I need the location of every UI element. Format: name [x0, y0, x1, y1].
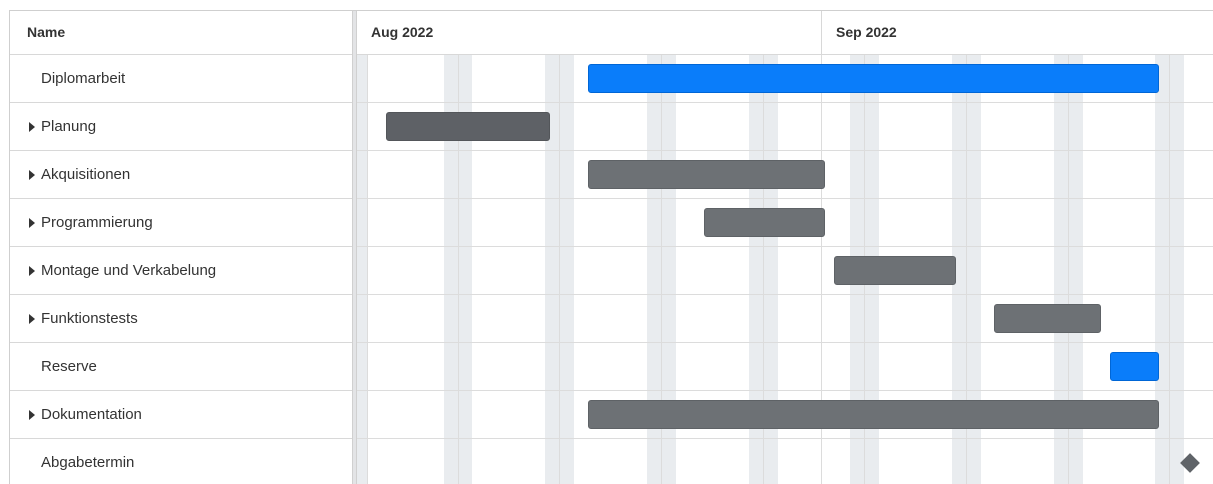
task-label: Funktionstests: [41, 310, 138, 327]
gantt-chart: Name Diplomarbeit Planung Akquisitionen …: [9, 10, 1213, 484]
task-bar-akquisitionen[interactable]: [588, 160, 825, 189]
task-bar-funktionstests[interactable]: [994, 304, 1101, 333]
caret-right-icon[interactable]: [29, 314, 35, 324]
task-row[interactable]: Dokumentation: [10, 391, 352, 439]
row-line: [357, 102, 1213, 103]
task-row[interactable]: Abgabetermin: [10, 439, 352, 484]
task-row[interactable]: Montage und Verkabelung: [10, 247, 352, 295]
task-label: Diplomarbeit: [41, 70, 126, 87]
task-label: Abgabetermin: [41, 454, 135, 471]
task-row[interactable]: Planung: [10, 103, 352, 151]
column-header-name[interactable]: Name: [10, 11, 352, 55]
row-line: [357, 438, 1213, 439]
grid-line: [1169, 55, 1170, 484]
task-grid: Name Diplomarbeit Planung Akquisitionen …: [10, 11, 352, 484]
task-label: Planung: [41, 118, 97, 135]
task-bar-planung[interactable]: [386, 112, 550, 141]
task-label: Dokumentation: [41, 406, 142, 423]
timeline-body: [357, 55, 1213, 484]
task-bar-reserve[interactable]: [1110, 352, 1159, 381]
caret-right-icon[interactable]: [29, 410, 35, 420]
task-row[interactable]: Akquisitionen: [10, 151, 352, 199]
task-label: Reserve: [41, 358, 97, 375]
task-bar-diplomarbeit[interactable]: [588, 64, 1159, 93]
task-label: Montage und Verkabelung: [41, 262, 217, 279]
timeline-chart: Aug 2022 Sep 2022: [357, 11, 1213, 484]
weekend-shade: [357, 55, 367, 484]
task-bar-dokumentation[interactable]: [588, 400, 1159, 429]
month-header-aug: Aug 2022: [371, 24, 434, 40]
task-label: Programmierung: [41, 214, 153, 231]
grid-line: [559, 55, 560, 484]
task-row[interactable]: Reserve: [10, 343, 352, 391]
grid-line: [367, 55, 368, 484]
caret-right-icon[interactable]: [29, 170, 35, 180]
task-label: Akquisitionen: [41, 166, 131, 183]
caret-right-icon[interactable]: [29, 266, 35, 276]
row-line: [357, 246, 1213, 247]
row-line: [357, 390, 1213, 391]
row-line: [357, 294, 1213, 295]
timeline-header: Aug 2022 Sep 2022: [357, 11, 1213, 55]
month-header-sep: Sep 2022: [836, 24, 897, 40]
caret-right-icon[interactable]: [29, 122, 35, 132]
row-line: [357, 342, 1213, 343]
task-row[interactable]: Programmierung: [10, 199, 352, 247]
task-row[interactable]: Funktionstests: [10, 295, 352, 343]
task-row[interactable]: Diplomarbeit: [10, 55, 352, 103]
row-line: [357, 198, 1213, 199]
task-bar-programmierung[interactable]: [704, 208, 825, 237]
caret-right-icon[interactable]: [29, 218, 35, 228]
task-bar-montage[interactable]: [834, 256, 956, 285]
row-line: [357, 150, 1213, 151]
